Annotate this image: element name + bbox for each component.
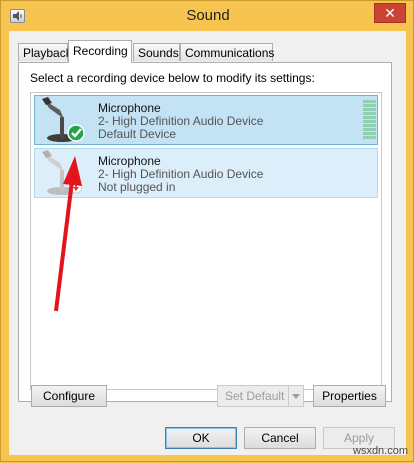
tab-sounds[interactable]: Sounds bbox=[133, 43, 180, 61]
level-meter bbox=[363, 100, 376, 140]
instruction-text: Select a recording device below to modif… bbox=[30, 71, 315, 85]
cancel-label: Cancel bbox=[261, 431, 299, 445]
device-driver: 2- High Definition Audio Device bbox=[98, 167, 264, 181]
tab-recording[interactable]: Recording bbox=[68, 40, 132, 63]
properties-button[interactable]: Properties bbox=[313, 385, 386, 407]
set-default-button[interactable]: Set Default bbox=[217, 385, 304, 407]
close-icon: ✕ bbox=[384, 5, 396, 21]
device-name: Microphone bbox=[98, 154, 161, 168]
configure-button[interactable]: Configure bbox=[31, 385, 107, 407]
microphone-icon bbox=[42, 97, 85, 142]
set-default-label: Set Default bbox=[225, 389, 285, 403]
ok-button[interactable]: OK bbox=[165, 427, 237, 449]
dialog-client: Playback Recording Sounds Communications… bbox=[9, 31, 406, 455]
ok-label: OK bbox=[192, 431, 210, 445]
tab-communications[interactable]: Communications bbox=[180, 43, 274, 61]
device-name: Microphone bbox=[98, 101, 161, 115]
device-driver: 2- High Definition Audio Device bbox=[98, 114, 264, 128]
chevron-down-icon[interactable] bbox=[288, 386, 303, 406]
properties-label: Properties bbox=[322, 389, 377, 403]
recording-panel: Select a recording device below to modif… bbox=[18, 62, 392, 402]
close-button[interactable]: ✕ bbox=[374, 3, 406, 23]
title-bar[interactable]: Sound ✕ bbox=[1, 1, 414, 33]
device-item-default[interactable]: Microphone 2- High Definition Audio Devi… bbox=[34, 95, 378, 145]
device-list[interactable]: Microphone 2- High Definition Audio Devi… bbox=[30, 92, 382, 390]
device-status: Not plugged in bbox=[98, 180, 176, 194]
window-title: Sound bbox=[186, 7, 230, 24]
microphone-icon bbox=[42, 150, 83, 195]
watermark: wsxdn.com bbox=[353, 445, 409, 457]
device-item-unplugged[interactable]: Microphone 2- High Definition Audio Devi… bbox=[34, 148, 378, 198]
apply-label: Apply bbox=[343, 431, 375, 445]
window-frame: Sound ✕ Playback Recording Sounds Commun… bbox=[0, 0, 414, 462]
configure-label: Configure bbox=[42, 389, 96, 403]
device-status: Default Device bbox=[98, 127, 177, 141]
cancel-button[interactable]: Cancel bbox=[244, 427, 316, 449]
tab-playback[interactable]: Playback bbox=[18, 43, 72, 61]
